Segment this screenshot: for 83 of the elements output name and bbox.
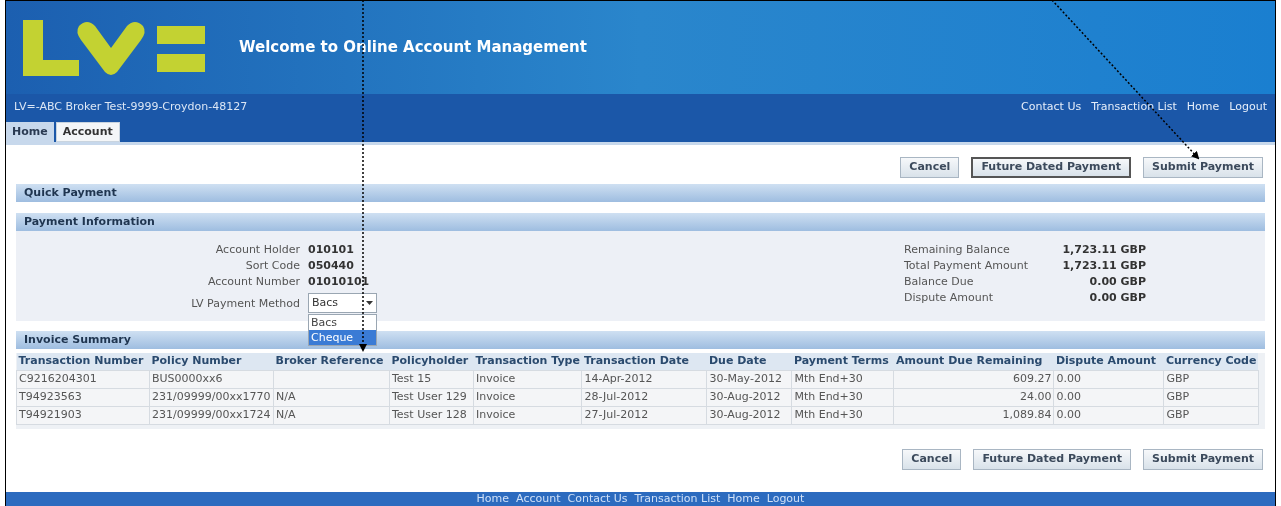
field-value: 050440: [308, 258, 354, 275]
table-cell: 27-Jul-2012: [581, 406, 707, 424]
caret-icon: [366, 301, 373, 305]
field-value: 010101: [308, 242, 354, 259]
table-cell: BUS0000xx6: [149, 370, 274, 388]
footer-link[interactable]: Home: [727, 493, 760, 505]
table-cell: Test User 129: [389, 388, 474, 406]
table-cell: Invoice: [473, 370, 582, 388]
table-cell: C9216204301: [16, 370, 150, 388]
table-cell: 1,089.84: [893, 406, 1054, 424]
table-cell: 30-May-2012: [706, 370, 792, 388]
table-cell: 14-Apr-2012: [581, 370, 707, 388]
column-header: Broker Reference: [273, 353, 390, 370]
table-cell: Mth End+30: [791, 388, 894, 406]
section-header: Payment Information: [16, 213, 1265, 231]
field-label: LV Payment Method: [190, 296, 301, 312]
summary-value: 1,723.11 GBP: [1061, 258, 1146, 275]
column-header: Due Date: [706, 353, 792, 370]
column-header: Dispute Amount: [1053, 353, 1164, 370]
broker-name: LV=-ABC Broker Test-9999-Croydon-48127: [14, 98, 248, 115]
column-header: Policy Number: [149, 353, 274, 370]
header-link[interactable]: Transaction List: [1091, 98, 1177, 116]
column-header: Policyholder: [389, 353, 474, 370]
field-value: 01010101: [308, 274, 370, 291]
table-cell: GBP: [1163, 406, 1259, 424]
column-header: Currency Code: [1163, 353, 1259, 370]
table-cell: T94923563: [16, 388, 150, 406]
table-cell: 30-Aug-2012: [706, 406, 792, 424]
footer-link[interactable]: Contact Us: [567, 493, 628, 505]
header-link[interactable]: Contact Us: [1021, 98, 1082, 116]
table-cell: Mth End+30: [791, 406, 894, 424]
field-label: Account Number: [206, 274, 301, 291]
summary-label: Total Payment Amount: [904, 258, 1030, 275]
table-cell: 231/09999/00xx1724: [149, 406, 274, 424]
footer-link[interactable]: Transaction List: [634, 493, 721, 505]
action-button[interactable]: Submit Payment: [1143, 157, 1263, 178]
summary-value: 0.00 GBP: [1088, 274, 1146, 291]
column-header: Transaction Type: [473, 353, 582, 370]
table-cell: T94921903: [16, 406, 150, 424]
table-cell: Test 15: [389, 370, 474, 388]
footer-link[interactable]: Logout: [766, 493, 805, 505]
summary-value: 1,723.11 GBP: [1061, 242, 1146, 259]
page-title: Welcome to Online Account Management: [239, 37, 587, 59]
column-header: Transaction Number: [16, 353, 150, 370]
payment-method-select[interactable]: Bacs: [308, 293, 377, 313]
table-cell: 231/09999/00xx1770: [149, 388, 274, 406]
tab[interactable]: Home: [6, 122, 54, 142]
table-cell: N/A: [273, 406, 390, 424]
summary-label: Dispute Amount: [904, 290, 994, 307]
action-button[interactable]: Future Dated Payment: [971, 157, 1131, 178]
field-label: Account Holder: [214, 242, 301, 259]
table-cell: Mth End+30: [791, 370, 894, 388]
table-cell: Test User 128: [389, 406, 474, 424]
table-cell: Invoice: [473, 388, 582, 406]
action-button[interactable]: Cancel: [902, 448, 962, 470]
column-header: Transaction Date: [581, 353, 707, 370]
action-button[interactable]: Submit Payment: [1143, 448, 1263, 470]
table-cell: GBP: [1163, 370, 1259, 388]
table-cell: GBP: [1163, 388, 1259, 406]
column-header: Payment Terms: [791, 353, 894, 370]
table-cell: 0.00: [1053, 388, 1164, 406]
header-link[interactable]: Home: [1186, 98, 1220, 116]
action-button[interactable]: Cancel: [900, 157, 960, 178]
summary-value: 0.00 GBP: [1088, 290, 1146, 307]
field-label: Sort Code: [244, 258, 301, 275]
column-header: Amount Due Remaining: [893, 353, 1054, 370]
table-cell: N/A: [273, 388, 390, 406]
footer-link[interactable]: Home: [476, 493, 510, 505]
footer-link[interactable]: Account: [516, 493, 561, 505]
tab[interactable]: Account: [55, 122, 120, 142]
table-cell: 24.00: [893, 388, 1054, 406]
table-cell: 609.27: [893, 370, 1054, 388]
table-cell: 28-Jul-2012: [581, 388, 707, 406]
table-cell: 0.00: [1053, 370, 1164, 388]
summary-label: Balance Due: [904, 274, 975, 291]
table-cell: 30-Aug-2012: [706, 388, 792, 406]
table-cell: Invoice: [473, 406, 582, 424]
action-button[interactable]: Future Dated Payment: [973, 448, 1131, 470]
table-cell: 0.00: [1053, 406, 1164, 424]
section-header: Quick Payment: [16, 184, 1265, 202]
summary-label: Remaining Balance: [904, 242, 1011, 259]
dropdown-option[interactable]: Cheque: [309, 330, 376, 345]
header-link[interactable]: Logout: [1229, 98, 1267, 116]
